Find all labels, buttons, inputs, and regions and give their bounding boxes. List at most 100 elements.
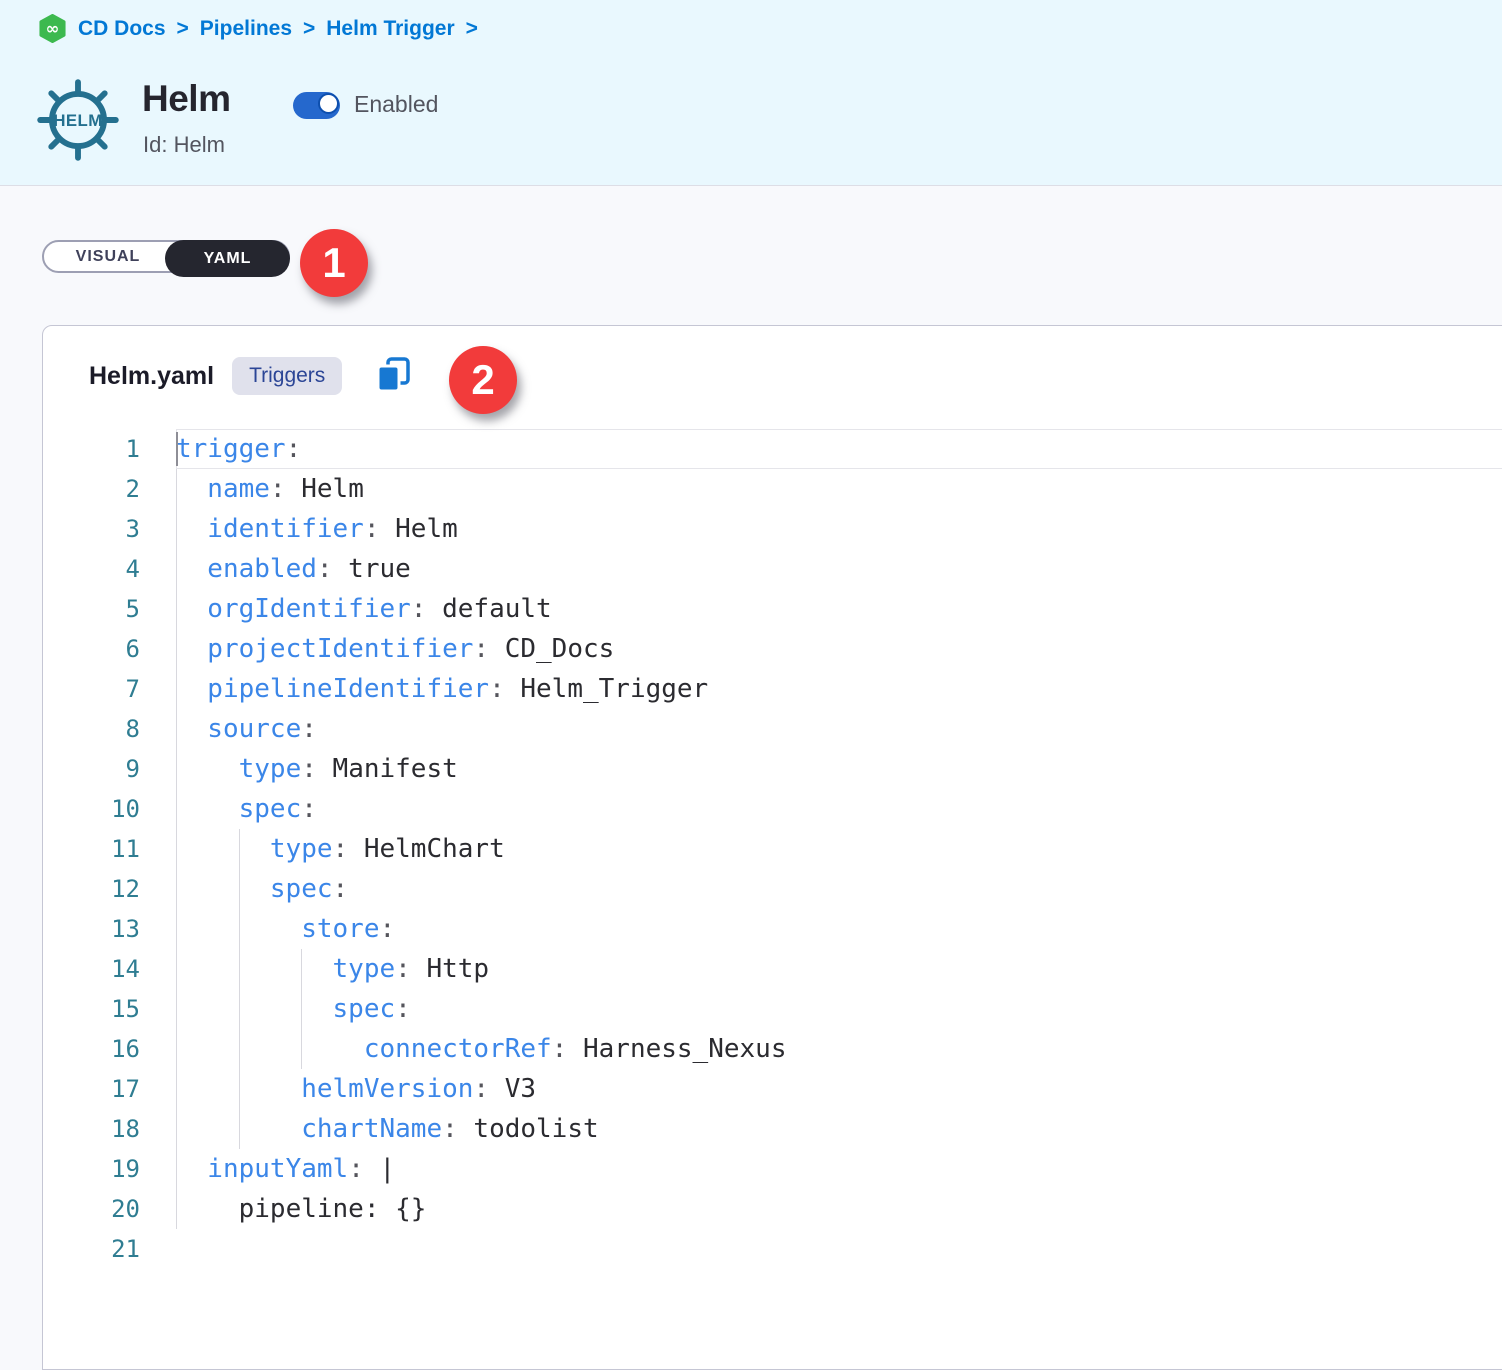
code-line-content[interactable]: orgIdentifier: default <box>176 589 1502 629</box>
code-line-content[interactable]: identifier: Helm <box>176 509 1502 549</box>
code-text: trigger: <box>176 434 301 464</box>
code-text: source: <box>176 714 317 744</box>
indent-guide <box>176 749 177 789</box>
helm-wheel-icon: HELM <box>36 76 120 164</box>
indent-guide <box>239 1069 240 1109</box>
code-line-content[interactable]: enabled: true <box>176 549 1502 589</box>
code-token: : <box>317 554 333 584</box>
code-line-content[interactable]: store: <box>176 909 1502 949</box>
line-number[interactable]: 15 <box>43 989 176 1029</box>
code-token: : <box>301 794 317 824</box>
line-number[interactable]: 11 <box>43 829 176 869</box>
code-token: : <box>473 634 489 664</box>
code-token: CD_Docs <box>489 634 614 664</box>
line-number[interactable]: 14 <box>43 949 176 989</box>
code-line: 9type: Manifest <box>43 749 1502 789</box>
code-line-content[interactable]: name: Helm <box>176 469 1502 509</box>
code-text: helmVersion: V3 <box>176 1074 536 1104</box>
code-line: 1trigger: <box>43 429 1502 469</box>
code-token: spec <box>270 874 333 904</box>
tab-visual[interactable]: VISUAL <box>44 242 172 271</box>
breadcrumb-item[interactable]: CD Docs <box>78 17 166 41</box>
code-line: 4enabled: true <box>43 549 1502 589</box>
indent-guide <box>239 1109 240 1149</box>
line-number[interactable]: 8 <box>43 709 176 749</box>
code-line-content[interactable]: helmVersion: V3 <box>176 1069 1502 1109</box>
line-number[interactable]: 12 <box>43 869 176 909</box>
line-number[interactable]: 3 <box>43 509 176 549</box>
indent-guide <box>239 829 240 869</box>
line-number[interactable]: 16 <box>43 1029 176 1069</box>
indent-guide <box>239 909 240 949</box>
copy-icon <box>375 356 413 394</box>
code-line-content[interactable]: connectorRef: Harness_Nexus <box>176 1029 1502 1069</box>
line-number[interactable]: 5 <box>43 589 176 629</box>
indent-guide <box>239 869 240 909</box>
indent-guide <box>176 989 177 1029</box>
code-token: projectIdentifier <box>207 634 473 664</box>
code-token: : <box>473 1074 489 1104</box>
code-text: connectorRef: Harness_Nexus <box>176 1034 786 1064</box>
line-number[interactable]: 17 <box>43 1069 176 1109</box>
copy-button[interactable] <box>374 356 414 396</box>
code-line: 12spec: <box>43 869 1502 909</box>
code-line-content[interactable]: source: <box>176 709 1502 749</box>
line-number[interactable]: 19 <box>43 1149 176 1189</box>
view-mode-switch: VISUAL YAML <box>42 240 290 273</box>
code-token: Helm <box>380 514 458 544</box>
code-line-content[interactable]: spec: <box>176 989 1502 1029</box>
code-token: : <box>442 1114 458 1144</box>
code-token: type <box>333 954 396 984</box>
yaml-editor-panel: Helm.yaml Triggers 1trigger:2name: Helm3… <box>42 325 1502 1370</box>
indent-guide <box>239 1029 240 1069</box>
annotation-badge-1: 1 <box>300 229 368 297</box>
code-line-content[interactable]: projectIdentifier: CD_Docs <box>176 629 1502 669</box>
line-number[interactable]: 20 <box>43 1189 176 1229</box>
code-line-content[interactable]: type: HelmChart <box>176 829 1502 869</box>
code-line-content[interactable]: spec: <box>176 789 1502 829</box>
indent-guide <box>176 469 177 509</box>
code-line-content[interactable]: type: Manifest <box>176 749 1502 789</box>
indent-guide <box>176 549 177 589</box>
line-number[interactable]: 18 <box>43 1109 176 1149</box>
code-line: 11type: HelmChart <box>43 829 1502 869</box>
indent-guide <box>176 829 177 869</box>
line-number[interactable]: 4 <box>43 549 176 589</box>
code-token: store <box>301 914 379 944</box>
indent-guide <box>176 1189 177 1229</box>
line-number[interactable]: 10 <box>43 789 176 829</box>
code-line-content[interactable]: type: Http <box>176 949 1502 989</box>
file-name: Helm.yaml <box>89 362 214 391</box>
code-token: : <box>380 914 396 944</box>
line-number[interactable]: 1 <box>43 429 176 469</box>
code-editor[interactable]: 1trigger:2name: Helm3identifier: Helm4en… <box>43 429 1502 1269</box>
line-number[interactable]: 7 <box>43 669 176 709</box>
code-token: : <box>411 594 427 624</box>
code-line-content[interactable]: pipelineIdentifier: Helm_Trigger <box>176 669 1502 709</box>
code-line-content[interactable]: pipeline: {} <box>176 1189 1502 1229</box>
code-line-content[interactable]: spec: <box>176 869 1502 909</box>
line-number[interactable]: 2 <box>43 469 176 509</box>
code-line-content[interactable]: trigger: <box>176 429 1502 469</box>
indent-guide <box>239 949 240 989</box>
code-line-content[interactable]: chartName: todolist <box>176 1109 1502 1149</box>
line-number[interactable]: 9 <box>43 749 176 789</box>
tab-yaml[interactable]: YAML <box>165 240 290 277</box>
breadcrumb-item[interactable]: Pipelines <box>200 17 292 41</box>
enabled-toggle[interactable] <box>293 92 340 119</box>
code-text: projectIdentifier: CD_Docs <box>176 634 614 664</box>
code-line: 2name: Helm <box>43 469 1502 509</box>
harness-cd-icon: ∞ <box>38 14 67 43</box>
code-token: Http <box>411 954 489 984</box>
line-number[interactable]: 6 <box>43 629 176 669</box>
line-number[interactable]: 13 <box>43 909 176 949</box>
line-number[interactable]: 21 <box>43 1229 176 1269</box>
breadcrumb-item[interactable]: Helm Trigger <box>326 17 454 41</box>
code-token: HelmChart <box>348 834 505 864</box>
code-token: : <box>286 434 302 464</box>
indent-guide <box>176 629 177 669</box>
breadcrumb-separator: > <box>177 17 189 41</box>
code-line-content[interactable]: inputYaml: | <box>176 1149 1502 1189</box>
code-token: : <box>270 474 286 504</box>
code-line-content[interactable] <box>176 1229 1502 1269</box>
